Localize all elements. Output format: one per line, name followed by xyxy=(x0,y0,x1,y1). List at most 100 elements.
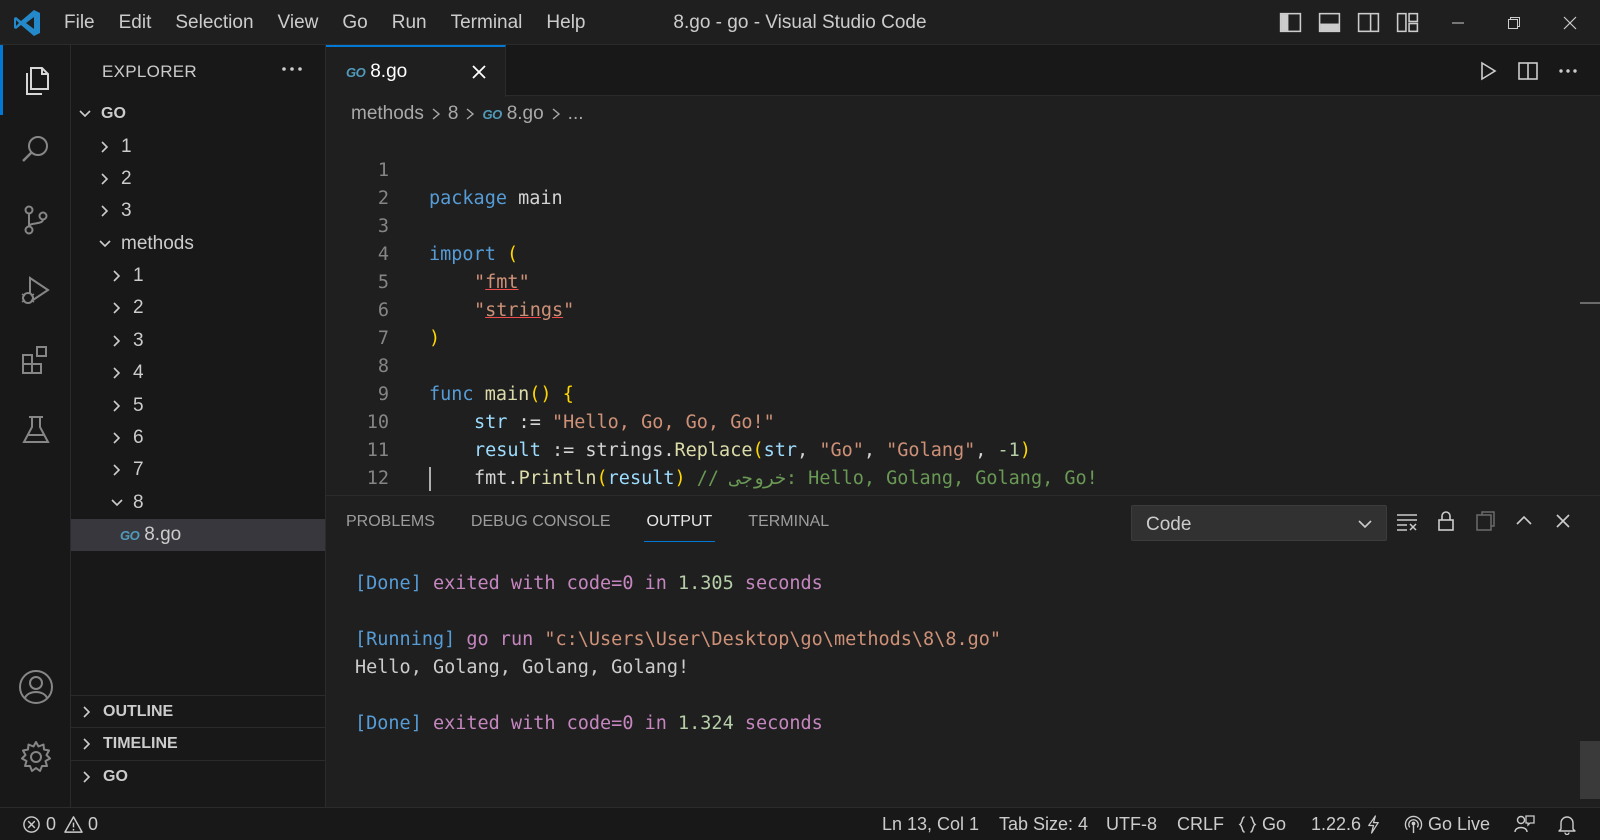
run-code-icon[interactable] xyxy=(1476,59,1500,83)
close-panel-icon[interactable] xyxy=(1551,509,1575,533)
panel-scrollbar[interactable] xyxy=(1580,741,1600,799)
activity-source-control[interactable] xyxy=(0,185,71,255)
menu-help[interactable]: Help xyxy=(534,12,597,34)
language-mode[interactable]: Go xyxy=(1238,808,1286,840)
menu-selection[interactable]: Selection xyxy=(163,12,265,34)
customize-layout-icon[interactable] xyxy=(1395,10,1420,35)
activity-run-debug[interactable] xyxy=(0,255,71,325)
folder-3[interactable]: 3 xyxy=(71,195,325,227)
minimize-icon xyxy=(1452,22,1464,23)
close-icon[interactable] xyxy=(468,61,490,83)
lock-scroll-icon[interactable] xyxy=(1434,509,1458,533)
toggle-secondary-sidebar-icon[interactable] xyxy=(1356,10,1381,35)
chevron-right-icon xyxy=(113,367,121,379)
output-log[interactable]: [Done] exited with code=0 in 1.305 secon… xyxy=(355,570,1555,738)
more-actions-icon[interactable] xyxy=(1556,59,1580,83)
code-line: 7 xyxy=(326,297,1566,349)
go-version[interactable]: 1.22.6 xyxy=(1311,808,1388,840)
section-outline[interactable]: OUTLINE xyxy=(71,695,325,727)
output-token: in xyxy=(633,573,679,594)
breadcrumb-8-go[interactable]: 8.go xyxy=(507,103,544,125)
go-file-icon: GO xyxy=(346,64,366,80)
toggle-panel-icon[interactable] xyxy=(1317,10,1342,35)
problems-status[interactable]: 0 0 xyxy=(22,808,98,840)
section-timeline[interactable]: TIMELINE xyxy=(71,727,325,759)
broadcast-icon xyxy=(1404,815,1423,833)
folder-methods-4[interactable]: 4 xyxy=(71,357,325,389)
file-8-go[interactable]: GO 8.go xyxy=(71,519,325,551)
menu-go[interactable]: Go xyxy=(330,12,379,34)
folder-methods-2[interactable]: 2 xyxy=(71,292,325,324)
folder-label: 1 xyxy=(121,136,132,157)
folder-methods-7[interactable]: 7 xyxy=(71,454,325,486)
output-token: seconds xyxy=(733,573,823,594)
section-go[interactable]: GO xyxy=(71,760,325,792)
folder-2[interactable]: 2 xyxy=(71,163,325,195)
minimize-button[interactable] xyxy=(1430,0,1486,45)
breadcrumb-methods[interactable]: methods xyxy=(351,103,424,125)
menu-view[interactable]: View xyxy=(266,12,331,34)
folder-label: 7 xyxy=(133,459,144,480)
breadcrumb-symbols[interactable]: ... xyxy=(568,103,584,125)
code-editor[interactable]: 1 package main 2 3 import ( 4 "fmt" 5 "s… xyxy=(326,129,1586,517)
chevron-right-icon xyxy=(83,770,91,783)
toggle-primary-sidebar-icon[interactable] xyxy=(1278,10,1303,35)
folder-methods-8[interactable]: 8 xyxy=(71,487,325,519)
go-live-button[interactable]: Go Live xyxy=(1404,808,1490,840)
open-in-editor-icon[interactable] xyxy=(1473,509,1497,533)
menu-run[interactable]: Run xyxy=(380,12,439,34)
source-control-icon xyxy=(24,205,47,235)
tab-output[interactable]: OUTPUT xyxy=(643,496,716,548)
folder-1[interactable]: 1 xyxy=(71,131,325,163)
output-token: 1.305 xyxy=(678,573,734,594)
split-editor-icon[interactable] xyxy=(1516,59,1540,83)
panel-tabs: PROBLEMS DEBUG CONSOLE OUTPUT TERMINAL xyxy=(326,496,865,548)
clear-output-icon[interactable] xyxy=(1395,509,1419,533)
folder-root-go[interactable]: GO xyxy=(71,98,325,130)
editor-tab-8-go[interactable]: GO 8.go xyxy=(326,45,506,97)
folder-methods-5[interactable]: 5 xyxy=(71,390,325,422)
activity-extensions[interactable] xyxy=(0,325,71,395)
tab-terminal[interactable]: TERMINAL xyxy=(748,496,829,548)
folder-methods-6[interactable]: 6 xyxy=(71,422,325,454)
language-label: Go xyxy=(1262,813,1287,834)
folder-methods[interactable]: methods xyxy=(71,228,325,260)
more-actions-icon[interactable] xyxy=(278,57,306,81)
close-window-button[interactable] xyxy=(1542,0,1598,45)
maximize-panel-chevron-up-icon[interactable] xyxy=(1512,509,1536,533)
chevron-down-icon xyxy=(1358,520,1372,529)
folder-label: 5 xyxy=(133,395,144,416)
text-cursor xyxy=(429,467,431,491)
curly-braces-icon xyxy=(1238,815,1257,833)
bell-icon xyxy=(1558,816,1576,835)
tab-problems[interactable]: PROBLEMS xyxy=(346,496,435,548)
encoding[interactable]: UTF-8 xyxy=(1106,808,1157,840)
output-token: exited with xyxy=(421,713,567,734)
folder-methods-3[interactable]: 3 xyxy=(71,325,325,357)
chevron-right-icon xyxy=(113,400,121,412)
line-ending[interactable]: CRLF xyxy=(1177,808,1224,840)
activity-explorer[interactable] xyxy=(0,45,71,115)
restore-button[interactable] xyxy=(1486,0,1542,45)
activity-accounts[interactable] xyxy=(0,652,71,722)
tab-size[interactable]: Tab Size: 4 xyxy=(999,808,1088,840)
activity-search[interactable] xyxy=(0,115,71,185)
output-line: [Done] exited with code=0 in 1.305 secon… xyxy=(355,570,1555,598)
cursor-position[interactable]: Ln 13, Col 1 xyxy=(882,808,979,840)
menu-terminal[interactable]: Terminal xyxy=(439,12,535,34)
notifications-button[interactable] xyxy=(1556,808,1583,840)
menu-file[interactable]: File xyxy=(52,12,107,34)
activity-testing[interactable] xyxy=(0,395,71,465)
activity-manage[interactable] xyxy=(0,722,71,792)
menu-edit[interactable]: Edit xyxy=(107,12,164,34)
folder-methods-1[interactable]: 1 xyxy=(71,260,325,292)
status-bar: 0 0 Ln 13, Col 1 Tab Size: 4 UTF-8 CRLF … xyxy=(0,807,1600,840)
feedback-button[interactable] xyxy=(1513,808,1540,840)
tab-debug-console[interactable]: DEBUG CONSOLE xyxy=(471,496,611,548)
code-line: 11 fmt.Println(result) // خروجی: Hello, … xyxy=(326,409,1566,489)
output-channel-select[interactable]: Code xyxy=(1131,505,1387,541)
breadcrumb-8[interactable]: 8 xyxy=(448,103,459,125)
feedback-icon xyxy=(1514,815,1535,833)
chevron-down-icon xyxy=(111,499,123,507)
lightning-icon xyxy=(1368,814,1379,834)
